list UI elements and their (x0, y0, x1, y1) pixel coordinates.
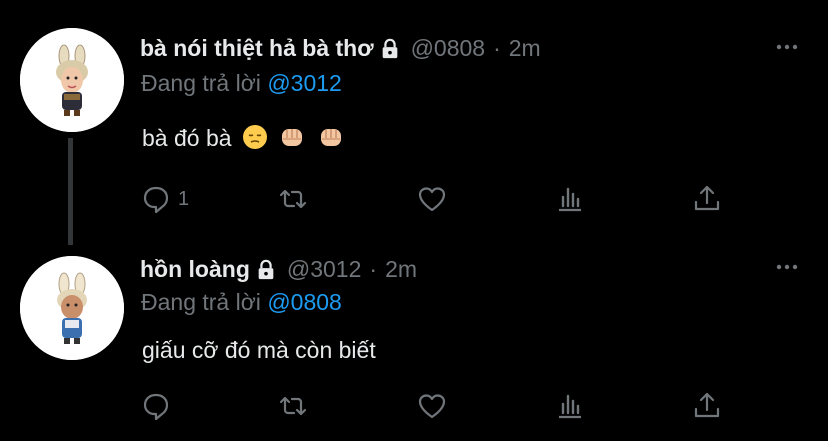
more-icon[interactable] (775, 262, 799, 272)
replying-label: Đang trả lời (141, 289, 261, 315)
like-button[interactable] (416, 389, 448, 423)
replying-to: Đang trả lời @3012 (141, 70, 342, 97)
oncoming-fist-icon (320, 129, 341, 146)
retweet-button[interactable] (277, 182, 309, 216)
handle[interactable]: @0808 (411, 35, 486, 62)
avatar-image (20, 256, 124, 360)
display-name[interactable]: bà nói thiệt hả bà thơ (140, 35, 374, 62)
reply-count: 1 (178, 187, 190, 210)
lock-icon (382, 38, 397, 58)
display-name[interactable]: hồn loàng (140, 256, 250, 283)
action-bar: 1 (140, 182, 740, 216)
reply-icon (143, 393, 169, 421)
tweet-header: hồn loàng @3012 · 2m (140, 256, 417, 283)
share-button[interactable] (691, 182, 723, 216)
handle[interactable]: @3012 (287, 256, 362, 283)
reply-button[interactable] (140, 389, 178, 423)
more-icon[interactable] (775, 42, 799, 52)
timestamp[interactable]: 2m (385, 256, 417, 283)
retweet-icon (279, 189, 307, 209)
share-icon (694, 392, 720, 418)
avatar[interactable] (20, 28, 124, 132)
tweet-text-body: giấu cỡ đó mà còn biết (142, 337, 376, 363)
mention-link[interactable]: @0808 (267, 289, 342, 315)
avatar[interactable] (20, 256, 124, 360)
share-icon (694, 185, 720, 211)
like-icon (418, 394, 446, 419)
tweet-text-body: bà đó bà (142, 125, 232, 151)
retweet-icon (279, 396, 307, 416)
oncoming-fist-icon (282, 129, 303, 146)
lock-icon (258, 259, 274, 279)
reply-button[interactable]: 1 (140, 182, 189, 216)
analytics-icon (559, 394, 581, 419)
mention-link[interactable]: @3012 (267, 70, 342, 96)
tweet[interactable]: hồn loàng @3012 · 2m Đang trả lời @0808 … (0, 240, 828, 441)
tweet-text: giấu cỡ đó mà còn biết (142, 337, 376, 364)
analytics-icon (559, 187, 581, 212)
separator-dot: · (493, 35, 501, 61)
separator-dot: · (369, 256, 378, 282)
replying-to: Đang trả lời @0808 (141, 289, 342, 316)
thread-line (68, 138, 73, 245)
avatar-image (20, 28, 124, 132)
tweet-text: bà đó bà (142, 124, 345, 152)
action-bar (140, 389, 740, 423)
like-button[interactable] (416, 182, 448, 216)
analytics-button[interactable] (554, 182, 586, 216)
reply-icon (143, 186, 169, 214)
retweet-button[interactable] (277, 389, 309, 423)
share-button[interactable] (691, 389, 723, 423)
timestamp[interactable]: 2m (509, 35, 541, 62)
tweet[interactable]: bà nói thiệt hả bà thơ @0808 · 2m Đang t… (0, 0, 828, 245)
pensive-face-icon (242, 125, 267, 149)
like-icon (418, 187, 446, 212)
tweet-header: bà nói thiệt hả bà thơ @0808 · 2m (140, 35, 541, 62)
replying-label: Đang trả lời (141, 70, 261, 96)
analytics-button[interactable] (554, 389, 586, 423)
